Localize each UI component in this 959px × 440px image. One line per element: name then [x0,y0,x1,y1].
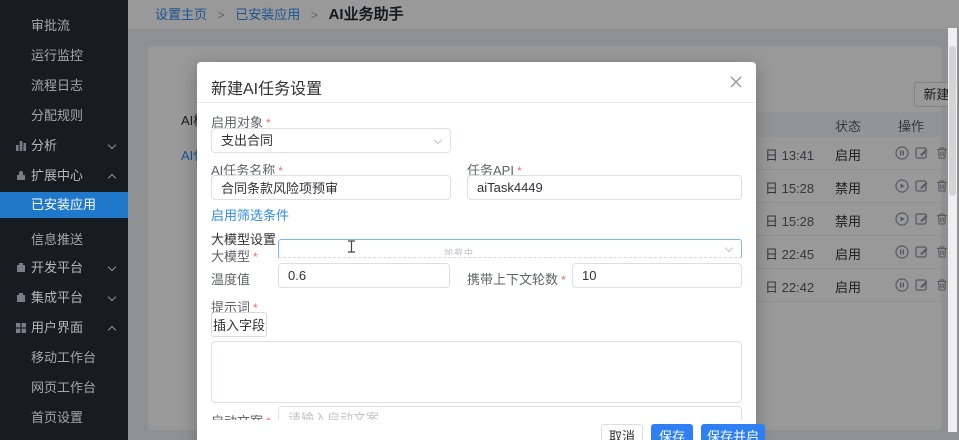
chevron-up-icon [108,326,116,334]
context-rounds-label: 携带上下文轮数 [467,269,566,288]
sidebar-item-assign-rules[interactable]: 分配规则 [0,102,128,130]
scrollbar[interactable] [948,28,957,432]
model-loading-text: 加载中... [444,246,564,255]
temperature-label: 温度值 [211,269,250,288]
sidebar-item-web-workbench[interactable]: 网页工作台 [0,374,128,402]
chevron-down-icon [108,293,116,301]
save-and-enable-button[interactable]: 保存并启用 [701,424,765,440]
extension-icon [16,171,26,181]
chevron-down-icon [108,141,116,149]
sidebar: 审批流 运行监控 流程日志 分配规则 分析 扩展中心 已安装应用 信息推送 开发… [0,0,128,440]
cancel-button[interactable]: 取消 [601,424,643,440]
sidebar-item-message-push[interactable]: 信息推送 [0,226,128,254]
sidebar-group-dev-platform[interactable]: 开发平台 [0,254,128,282]
ui-grid-icon [16,323,26,333]
chevron-down-icon [725,244,733,252]
enable-filter-link[interactable]: 启用筛选条件 [211,205,289,224]
dialog-divider [197,102,756,103]
prompt-textarea[interactable] [211,341,742,403]
task-name-input[interactable] [211,175,451,200]
chart-icon [16,141,26,151]
sidebar-item-installed-apps[interactable]: 已安装应用 [0,192,128,218]
sidebar-item-process-log[interactable]: 流程日志 [0,72,128,100]
model-label: 大模型 [211,246,258,265]
close-icon[interactable] [728,74,744,90]
sidebar-group-integration-platform[interactable]: 集成平台 [0,284,128,312]
sidebar-item-mobile-workbench[interactable]: 移动工作台 [0,344,128,372]
sidebar-item-homepage-settings[interactable]: 首页设置 [0,404,128,432]
sidebar-group-analysis[interactable]: 分析 [0,132,128,160]
sidebar-item-clipped [31,0,91,3]
task-api-input[interactable] [467,175,742,200]
new-ai-task-dialog: 新建AI任务设置 启用对象 支出合同 AI任务名称 任务API 启用筛选条件 大… [197,62,756,440]
text-cursor [347,240,356,253]
integration-icon [16,293,26,303]
dev-platform-icon [16,263,26,273]
enable-target-select[interactable]: 支出合同 [211,128,451,153]
chevron-down-icon [434,136,442,144]
chevron-up-icon [108,174,116,182]
scrollbar-thumb[interactable] [949,46,956,196]
sidebar-group-user-interface[interactable]: 用户界面 [0,314,128,342]
sidebar-item-run-monitor[interactable]: 运行监控 [0,42,128,70]
enable-target-value: 支出合同 [221,133,273,148]
chevron-down-icon [108,263,116,271]
temperature-input[interactable] [278,263,450,288]
insert-field-button[interactable]: 插入字段 [211,312,267,337]
sidebar-group-extension-center[interactable]: 扩展中心 [0,162,128,190]
save-button[interactable]: 保存 [651,424,693,440]
dialog-title: 新建AI任务设置 [211,75,322,99]
sidebar-item-approval-flow[interactable]: 审批流 [0,12,128,40]
context-rounds-input[interactable] [572,263,742,288]
dialog-footer: 取消 保存 保存并启用 [197,420,756,440]
